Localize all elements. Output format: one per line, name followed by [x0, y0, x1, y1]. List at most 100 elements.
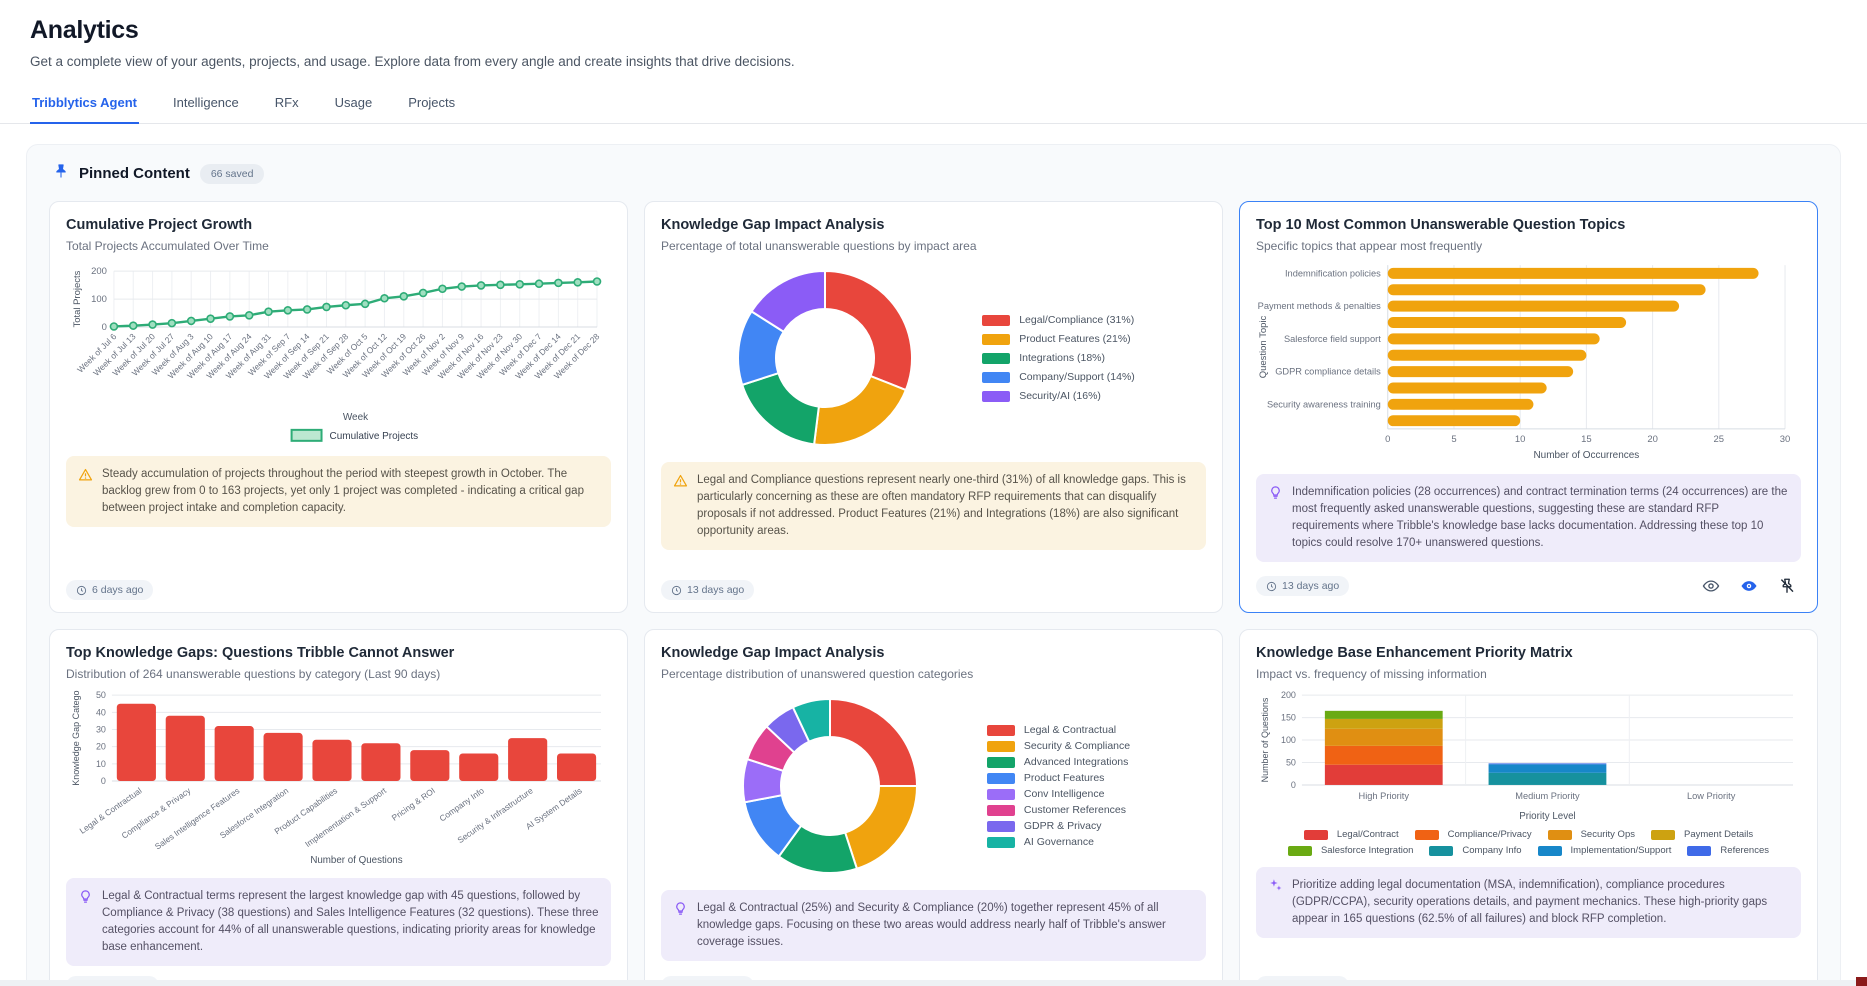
unpin-button[interactable] — [1773, 572, 1801, 600]
card-title: Knowledge Gap Impact Analysis — [661, 645, 1206, 661]
card-knowledge-gap-impact-analysis-2[interactable]: Knowledge Gap Impact Analysis Percentage… — [644, 629, 1223, 986]
legend-item: Implementation/Support — [1538, 845, 1672, 856]
timestamp-badge: 13 days ago — [661, 580, 754, 600]
page-title: Analytics — [30, 16, 1837, 45]
legend-item: Customer References — [987, 804, 1130, 816]
svg-text:50: 50 — [96, 690, 106, 700]
cards-grid: Cumulative Project Growth Total Projects… — [49, 201, 1818, 986]
legend-item: Security/AI (16%) — [982, 390, 1135, 402]
timestamp-badge: 6 days ago — [66, 580, 153, 600]
pin-off-icon — [1778, 577, 1796, 595]
card-title: Top 10 Most Common Unanswerable Question… — [1256, 217, 1801, 233]
svg-text:Company Info: Company Info — [437, 785, 486, 823]
bar-chart: 01020304050Legal & ContractualCompliance… — [66, 689, 611, 867]
legend-item: Company/Support (14%) — [982, 371, 1135, 383]
insight-text: Prioritize adding legal documentation (M… — [1292, 877, 1789, 928]
saved-count-badge: 66 saved — [200, 164, 265, 184]
insight-box: Legal and Compliance questions represent… — [661, 462, 1206, 550]
pinned-title: Pinned Content — [79, 165, 190, 182]
chart-legend: Legal & ContractualSecurity & Compliance… — [987, 724, 1130, 848]
tab-intelligence[interactable]: Intelligence — [171, 89, 241, 124]
svg-text:Payment methods & penalties: Payment methods & penalties — [1258, 301, 1381, 311]
svg-text:Week: Week — [343, 412, 368, 423]
tab-tribblytics-agent[interactable]: Tribblytics Agent — [30, 89, 139, 124]
card-kb-enhancement-priority-matrix[interactable]: Knowledge Base Enhancement Priority Matr… — [1239, 629, 1818, 986]
svg-text:Total Projects: Total Projects — [72, 270, 83, 327]
tab-usage[interactable]: Usage — [333, 89, 375, 124]
insight-box: Legal & Contractual terms represent the … — [66, 878, 611, 966]
insight-box: Legal & Contractual (25%) and Security &… — [661, 890, 1206, 961]
card-title: Knowledge Gap Impact Analysis — [661, 217, 1206, 233]
card-top-knowledge-gaps[interactable]: Top Knowledge Gaps: Questions Tribble Ca… — [49, 629, 628, 986]
tab-rfx[interactable]: RFx — [273, 89, 301, 124]
svg-text:Number of Occurrences: Number of Occurrences — [1533, 450, 1639, 461]
clock-icon — [671, 585, 682, 596]
svg-text:0: 0 — [101, 776, 106, 786]
svg-text:Priority Level: Priority Level — [1519, 811, 1575, 822]
card-subtitle: Percentage distribution of unanswered qu… — [661, 667, 1206, 681]
legend-item: Advanced Integrations — [987, 756, 1130, 768]
legend-item: Salesforce Integration — [1288, 845, 1413, 856]
chart-legend: Legal/Contract Compliance/Privacy Security… — [1256, 829, 1801, 856]
svg-text:Number of Questions: Number of Questions — [1260, 697, 1270, 782]
svg-text:10: 10 — [96, 759, 106, 769]
svg-text:Sales Intelligence Features: Sales Intelligence Features — [153, 785, 241, 851]
legend-item: AI Governance — [987, 836, 1130, 848]
svg-text:5: 5 — [1451, 434, 1456, 445]
svg-text:Number of Questions: Number of Questions — [310, 855, 402, 866]
svg-text:50: 50 — [1286, 758, 1296, 768]
warning-icon — [673, 473, 688, 494]
svg-text:0: 0 — [1385, 434, 1390, 445]
legend-item: Legal/Compliance (31%) — [982, 314, 1135, 326]
svg-text:Implementation & Support: Implementation & Support — [303, 785, 389, 849]
legend-item: Payment Details — [1651, 829, 1753, 840]
svg-text:High Priority: High Priority — [1359, 791, 1410, 801]
legend-item: Security Ops — [1548, 829, 1635, 840]
legend-item: Legal/Contract — [1304, 829, 1399, 840]
insight-text: Indemnification policies (28 occurrences… — [1292, 484, 1789, 552]
sparkles-icon — [1268, 878, 1283, 899]
svg-text:Security awareness training: Security awareness training — [1267, 399, 1381, 409]
donut-chart: Legal & ContractualSecurity & Compliance… — [661, 689, 1206, 879]
tab-projects[interactable]: Projects — [406, 89, 457, 124]
card-subtitle: Total Projects Accumulated Over Time — [66, 239, 611, 253]
svg-text:20: 20 — [1647, 434, 1658, 445]
pinned-content-panel: Pinned Content 66 saved Cumulative Proje… — [26, 144, 1841, 986]
svg-text:Medium Priority: Medium Priority — [1515, 791, 1580, 801]
svg-text:Salesforce field support: Salesforce field support — [1284, 334, 1381, 344]
card-knowledge-gap-impact-analysis[interactable]: Knowledge Gap Impact Analysis Percentage… — [644, 201, 1223, 613]
legend-item: Company Info — [1429, 845, 1521, 856]
legend-item: Legal & Contractual — [987, 724, 1130, 736]
card-subtitle: Percentage of total unanswerable questio… — [661, 239, 1206, 253]
stacked-bar-chart: 050100150200High PriorityMedium Priority… — [1256, 689, 1801, 856]
lightbulb-icon — [1268, 485, 1283, 506]
svg-text:GDPR compliance details: GDPR compliance details — [1275, 367, 1381, 377]
svg-text:20: 20 — [96, 742, 106, 752]
legend-item: Integrations (18%) — [982, 352, 1135, 364]
legend-item: Compliance/Privacy — [1415, 829, 1532, 840]
svg-text:0: 0 — [102, 322, 107, 333]
donut-chart: Legal/Compliance (31%)Product Features (… — [661, 261, 1206, 451]
insight-box: Prioritize adding legal documentation (M… — [1256, 867, 1801, 938]
pinned-header: Pinned Content 66 saved — [49, 163, 1818, 184]
svg-text:Indemnification policies: Indemnification policies — [1285, 268, 1381, 278]
timestamp-badge: 13 days ago — [1256, 576, 1349, 596]
svg-text:30: 30 — [1780, 434, 1791, 445]
lightbulb-icon — [78, 889, 93, 910]
insight-view-button[interactable] — [1735, 572, 1763, 600]
clock-icon — [76, 585, 87, 596]
card-cumulative-project-growth[interactable]: Cumulative Project Growth Total Projects… — [49, 201, 628, 613]
insight-box: Indemnification policies (28 occurrences… — [1256, 474, 1801, 562]
insight-text: Legal & Contractual terms represent the … — [102, 888, 599, 956]
view-button[interactable] — [1697, 572, 1725, 600]
legend-item: References — [1687, 845, 1769, 856]
pin-icon — [53, 163, 69, 184]
legend-item: GDPR & Privacy — [987, 820, 1130, 832]
horizontal-bar-chart: 051015202530Indemnification policiesPaym… — [1256, 261, 1801, 463]
svg-text:15: 15 — [1581, 434, 1592, 445]
card-top-10-unanswerable-topics[interactable]: Top 10 Most Common Unanswerable Question… — [1239, 201, 1818, 613]
svg-text:Low Priority: Low Priority — [1687, 791, 1736, 801]
blue-eye-icon — [1740, 577, 1758, 595]
svg-text:0: 0 — [1291, 780, 1296, 790]
svg-text:100: 100 — [1281, 735, 1296, 745]
